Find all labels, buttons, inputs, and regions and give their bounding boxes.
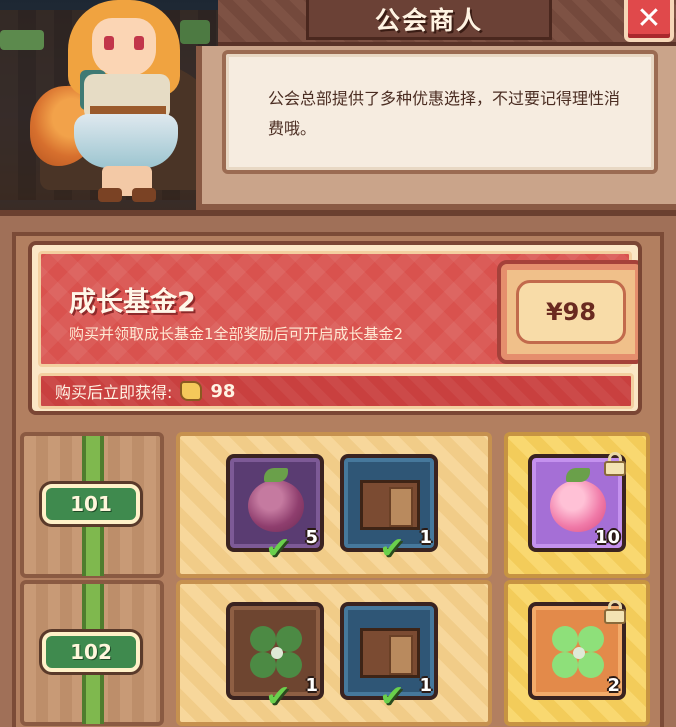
- gold-coin-icon: [180, 381, 203, 401]
- item-quantity: 1: [305, 675, 318, 696]
- wood-crate-icon: [360, 628, 420, 678]
- item-quantity: 2: [607, 675, 620, 696]
- item-quantity: 1: [419, 675, 432, 696]
- wood-crate-icon: [360, 480, 420, 530]
- fund-row: 101 5 ✔ 1 ✔ 10: [20, 432, 668, 578]
- fund-description: 购买并领取成长基金1全部奖励后可开启成长基金2: [69, 325, 404, 343]
- lock-icon: [604, 452, 626, 476]
- character-face: [92, 18, 156, 76]
- item-quantity: 5: [305, 527, 318, 548]
- premium-reward: 10: [504, 432, 650, 578]
- item-quantity: 10: [594, 527, 620, 548]
- reward-item[interactable]: 1 ✔: [340, 602, 438, 712]
- page-title: 公会商人: [306, 0, 552, 40]
- character-eye: [134, 36, 144, 50]
- reward-item[interactable]: 1 ✔: [340, 454, 438, 564]
- bright-clover-icon: [552, 626, 606, 680]
- level-column: 102: [20, 580, 164, 726]
- reward-item[interactable]: 1 ✔: [226, 602, 324, 712]
- fund-title: 成长基金2: [69, 287, 196, 318]
- character-boot: [98, 188, 122, 202]
- dialog-text: 公会总部提供了多种优惠选择，不过要记得理性消费哦。: [268, 89, 621, 138]
- claimed-check-icon: ✔: [379, 679, 405, 714]
- free-rewards: 1 ✔ 1 ✔: [176, 580, 492, 726]
- reward-item[interactable]: 10: [528, 452, 626, 552]
- claimed-check-icon: ✔: [265, 531, 291, 566]
- character-boot: [132, 188, 156, 202]
- four-leaf-clover-icon: [250, 626, 304, 680]
- reward-value: 98: [210, 380, 236, 402]
- instant-reward-strip: 购买后立即获得: 98: [38, 373, 634, 409]
- character-skirt: [74, 114, 178, 168]
- close-icon: ✕: [636, 1, 662, 36]
- buy-price-button[interactable]: ¥98: [497, 260, 638, 364]
- reward-label: 购买后立即获得:: [55, 383, 173, 402]
- growth-fund-card: 成长基金2 购买并领取成长基金1全部奖励后可开启成长基金2 ¥98 购买后立即获…: [28, 241, 642, 415]
- fund-header: 成长基金2 购买并领取成长基金1全部奖励后可开启成长基金2 ¥98: [38, 251, 638, 367]
- fund-row: 102 1 ✔ 1 ✔ 2: [20, 580, 668, 726]
- merchant-character: [30, 0, 220, 205]
- reward-item[interactable]: 5 ✔: [226, 454, 324, 564]
- purple-berry-icon: [248, 480, 304, 532]
- item-quantity: 1: [419, 527, 432, 548]
- berry-leaf: [264, 468, 288, 482]
- free-rewards: 5 ✔ 1 ✔: [176, 432, 492, 578]
- level-badge: 102: [42, 632, 140, 672]
- claimed-check-icon: ✔: [265, 679, 291, 714]
- merchant-dialog: 公会总部提供了多种优惠选择，不过要记得理性消费哦。: [222, 50, 658, 174]
- pink-berry-icon: [550, 480, 606, 532]
- berry-leaf: [566, 468, 590, 482]
- level-badge: 101: [42, 484, 140, 524]
- lock-icon: [604, 600, 626, 624]
- close-button[interactable]: ✕: [624, 0, 674, 42]
- price-label: ¥98: [516, 280, 626, 344]
- claimed-check-icon: ✔: [379, 531, 405, 566]
- reward-item[interactable]: 2: [528, 600, 626, 700]
- level-column: 101: [20, 432, 164, 578]
- premium-reward: 2: [504, 580, 650, 726]
- character-eye: [104, 36, 114, 50]
